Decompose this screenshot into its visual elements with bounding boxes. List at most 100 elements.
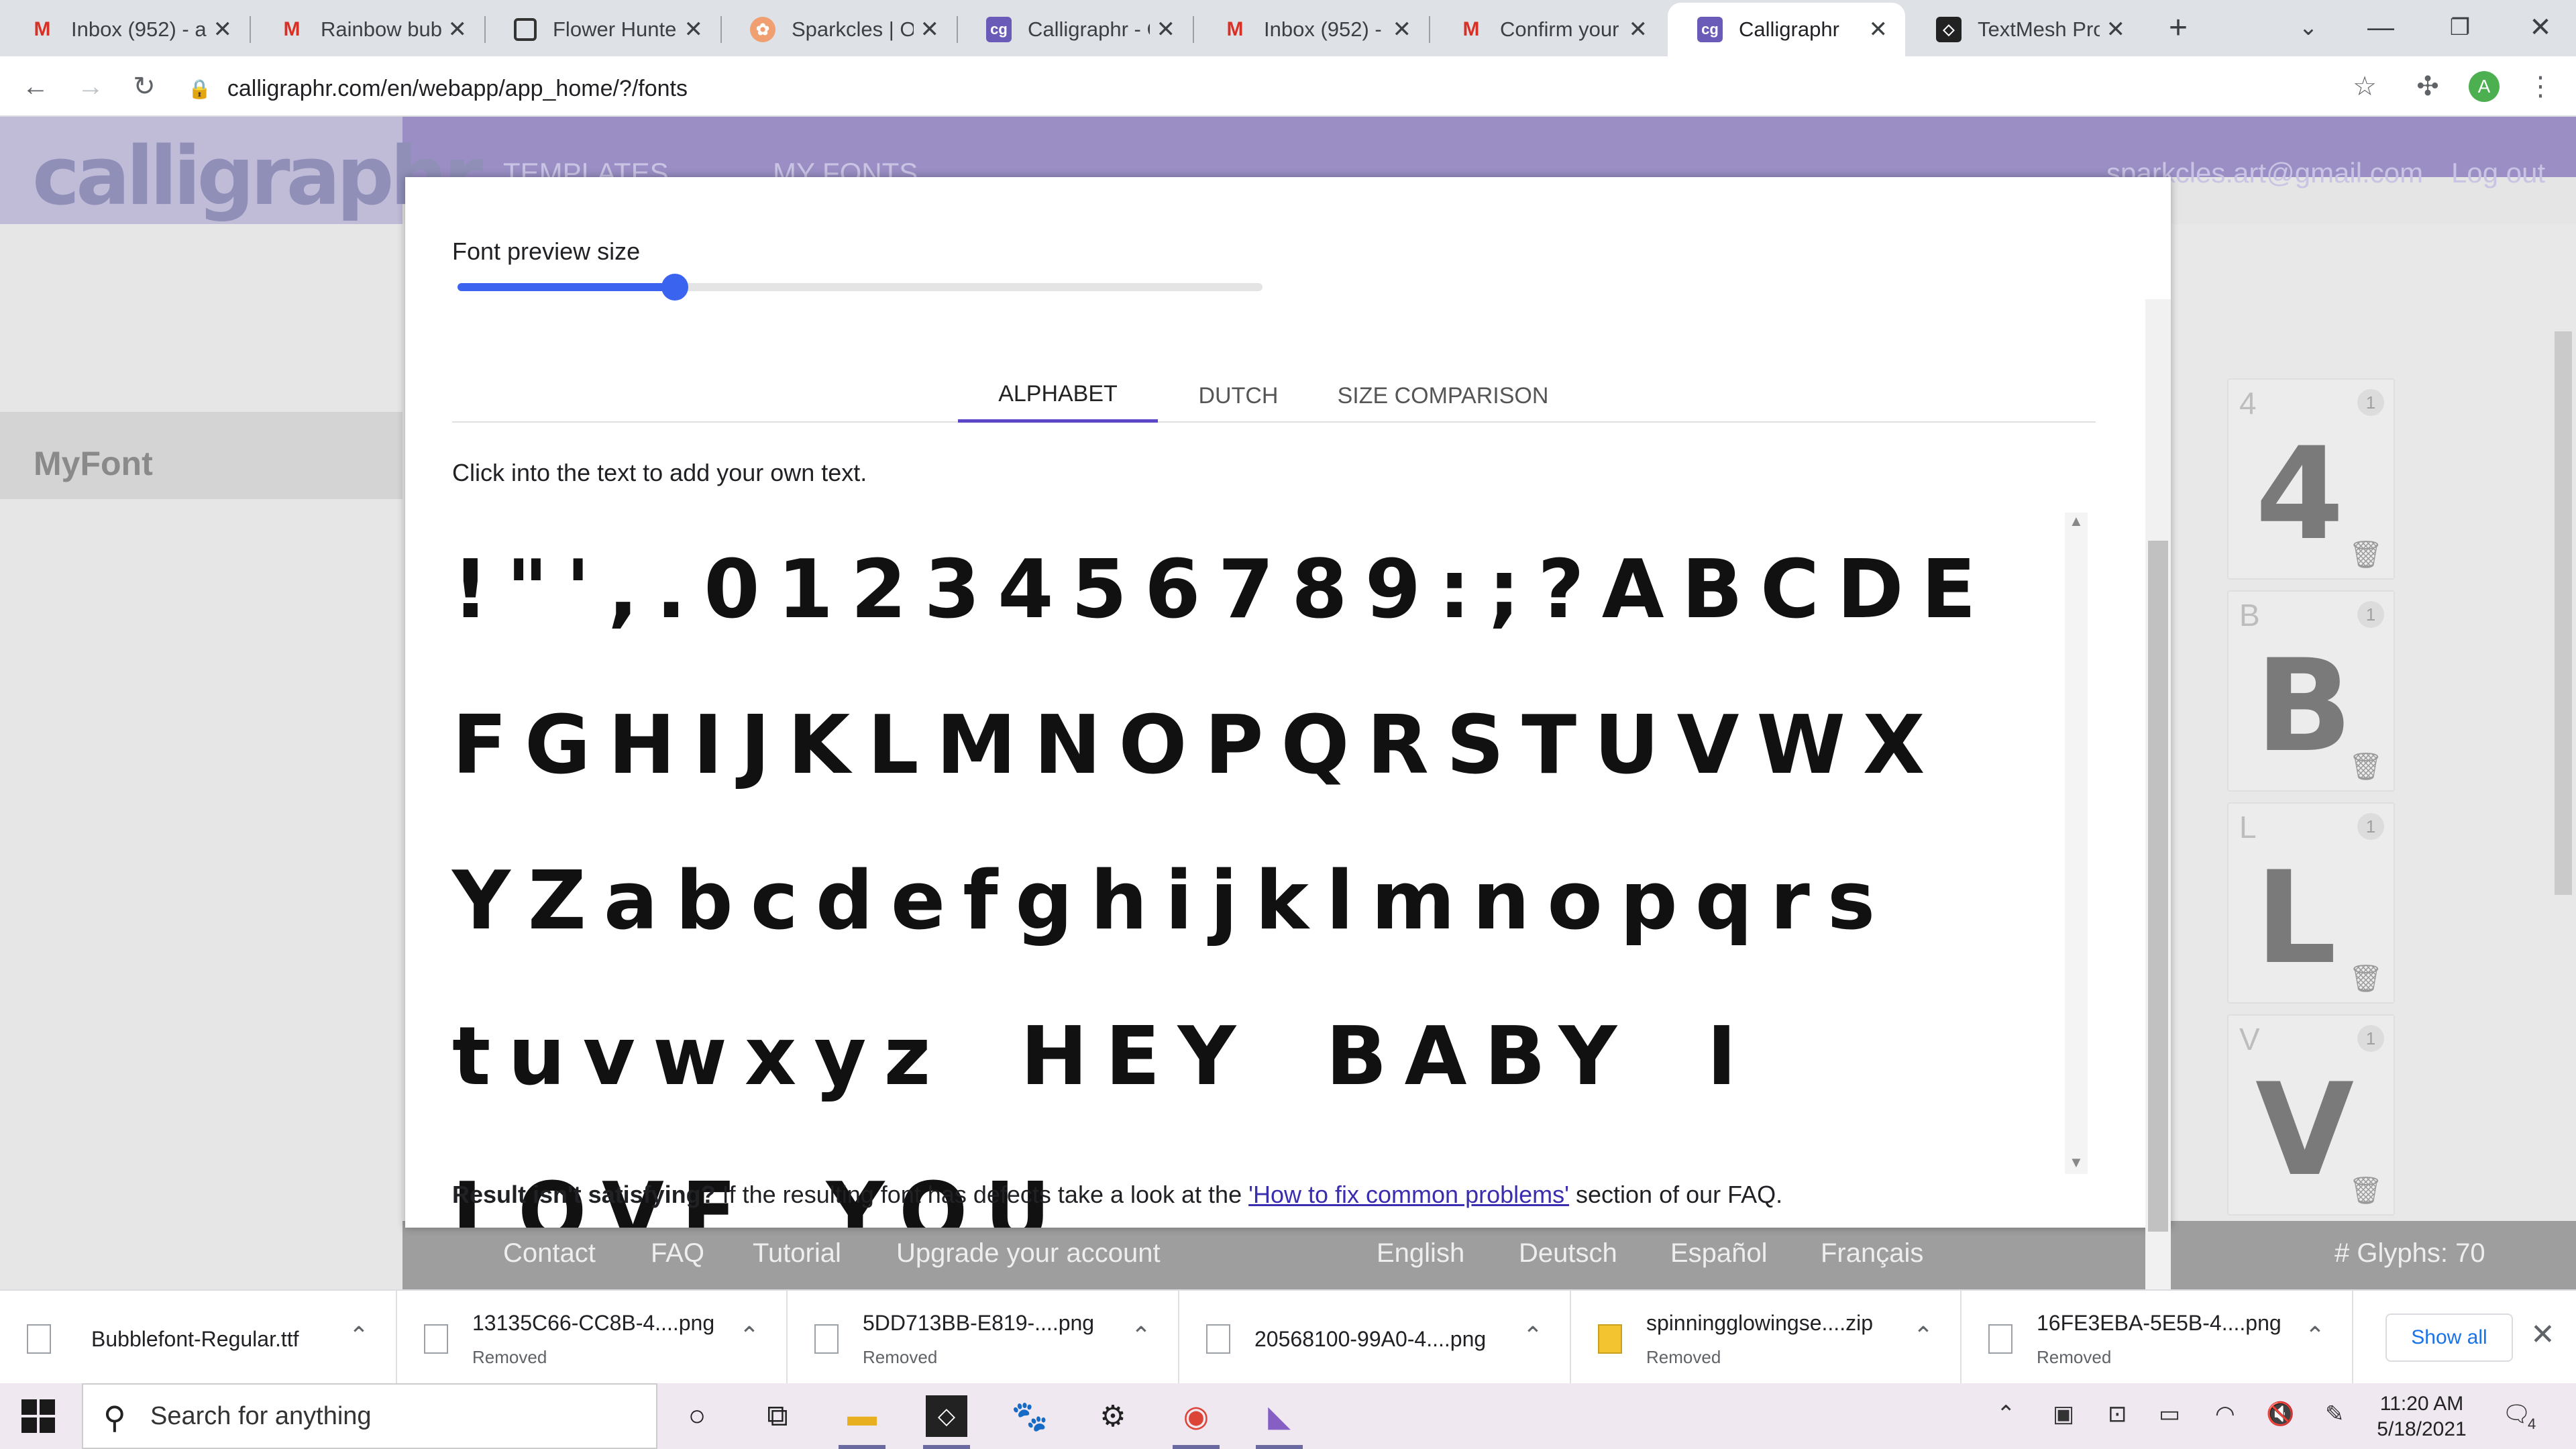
close-icon[interactable]: ✕ — [448, 16, 468, 43]
scroll-down-icon[interactable]: ▼ — [2069, 1154, 2084, 1171]
dialog-scrollbar-thumb[interactable] — [2148, 541, 2168, 1232]
notifications-icon[interactable]: 🗨 — [2502, 1401, 2531, 1428]
browser-tab[interactable]: M Rainbow bubb ✕ — [250, 3, 484, 56]
tab-search-icon[interactable]: ⌄ — [2292, 11, 2325, 44]
close-icon[interactable]: ✕ — [1629, 16, 1648, 43]
language-francais[interactable]: Français — [1821, 1238, 1923, 1269]
download-item[interactable]: 16FE3EBA-5E5B-4....png Removed ⌃ — [1962, 1291, 2353, 1385]
glyph-card[interactable]: L 1 L 🗑 — [2227, 802, 2395, 1004]
unity-icon[interactable]: ◇ — [926, 1395, 967, 1437]
footer-link-faq[interactable]: FAQ — [651, 1238, 704, 1269]
chevron-up-icon[interactable]: ⌃ — [1523, 1322, 1543, 1350]
battery-icon[interactable]: ▭ — [2159, 1401, 2180, 1428]
close-icon[interactable]: ✕ — [2530, 1318, 2555, 1352]
glyph-card[interactable]: V 1 V 🗑 — [2227, 1014, 2395, 1216]
display-icon[interactable]: ⊡ — [2108, 1401, 2127, 1428]
language-english[interactable]: English — [1377, 1238, 1464, 1269]
trash-icon[interactable]: 🗑 — [2349, 751, 2383, 782]
page-scrollbar-thumb[interactable] — [2555, 331, 2572, 895]
back-arrow-icon[interactable]: ← — [19, 70, 52, 103]
reload-icon[interactable]: ↻ — [127, 70, 161, 103]
profile-avatar[interactable]: A — [2469, 71, 2500, 102]
download-item[interactable]: 5DD713BB-E819-....png Removed ⌃ — [788, 1291, 1179, 1385]
download-filename: 20568100-99A0-4....png — [1254, 1327, 1487, 1351]
windows-start-icon[interactable] — [20, 1398, 56, 1434]
visual-studio-icon[interactable]: ◣ — [1258, 1395, 1300, 1437]
cortana-icon[interactable]: ○ — [676, 1395, 718, 1437]
chrome-icon[interactable]: ◉ — [1175, 1395, 1217, 1437]
slider-thumb[interactable] — [661, 274, 688, 301]
chevron-up-icon[interactable]: ⌃ — [1996, 1401, 2016, 1428]
language-deutsch[interactable]: Deutsch — [1519, 1238, 1617, 1269]
browser-tab[interactable]: ✿ Sparkcles | Off ✕ — [720, 3, 957, 56]
download-item[interactable]: 20568100-99A0-4....png ⌃ — [1179, 1291, 1571, 1385]
preview-size-slider[interactable] — [458, 274, 1263, 301]
new-tab-icon[interactable]: + — [2161, 10, 2195, 46]
forward-arrow-icon[interactable]: → — [74, 70, 107, 103]
minimize-icon[interactable]: — — [2364, 11, 2398, 44]
close-icon[interactable]: ✕ — [1157, 16, 1176, 43]
trash-icon[interactable]: 🗑 — [2349, 1175, 2383, 1206]
system-clock[interactable]: 11:20 AM 5/18/2021 — [2361, 1391, 2482, 1442]
url-field[interactable]: 🔒 calligraphr.com/en/webapp/app_home/?/f… — [188, 70, 2334, 107]
trash-icon[interactable]: 🗑 — [2349, 539, 2383, 570]
file-explorer-icon[interactable]: ▬ — [841, 1395, 883, 1437]
glyph-label: V — [2239, 1022, 2260, 1057]
browser-tab[interactable]: ◇ TextMesh Pro: ✕ — [1907, 3, 2143, 56]
faq-problems-link[interactable]: 'How to fix common problems' — [1248, 1181, 1569, 1208]
browser-tab[interactable]: cg Calligraphr - C ✕ — [957, 3, 1193, 56]
settings-gear-icon[interactable]: ⚙ — [1092, 1395, 1134, 1437]
tab-dutch[interactable]: DUTCH — [1158, 369, 1319, 423]
scroll-up-icon[interactable]: ▲ — [2069, 513, 2084, 530]
close-icon[interactable]: ✕ — [213, 16, 233, 43]
pen-icon[interactable]: ✎ — [2325, 1401, 2345, 1428]
download-item[interactable]: spinningglowingse....zip Removed ⌃ — [1571, 1291, 1962, 1385]
volume-muted-icon[interactable]: 🔇 — [2266, 1401, 2294, 1428]
trash-icon[interactable]: 🗑 — [2349, 963, 2383, 994]
glyph-card[interactable]: B 1 B 🗑 — [2227, 590, 2395, 792]
download-item[interactable]: 13135C66-CC8B-4....png Removed ⌃ — [397, 1291, 788, 1385]
download-item[interactable]: Bubblefont-Regular.ttf ⌃ — [0, 1291, 397, 1385]
close-icon[interactable]: ✕ — [1393, 16, 1412, 43]
show-all-downloads-button[interactable]: Show all — [2385, 1313, 2513, 1362]
close-icon[interactable]: ✕ — [684, 16, 704, 43]
chevron-up-icon[interactable]: ⌃ — [2305, 1322, 2325, 1350]
browser-tab[interactable]: M Confirm your C ✕ — [1429, 3, 1665, 56]
footer-link-upgrade[interactable]: Upgrade your account — [896, 1238, 1161, 1269]
close-icon[interactable]: ✕ — [1869, 16, 1888, 43]
close-icon[interactable]: ✕ — [2106, 16, 2126, 43]
logout-link[interactable]: Log out — [2451, 157, 2545, 189]
font-sample-text[interactable]: !"',.0123456789:;?ABCDE FGHIJKLMNOPQRSTU… — [452, 513, 2062, 1228]
extensions-icon[interactable]: ✣ — [2411, 70, 2445, 103]
gimp-icon[interactable]: 🐾 — [1009, 1395, 1051, 1437]
close-window-icon[interactable]: ✕ — [2524, 11, 2557, 44]
restore-icon[interactable]: ❐ — [2443, 11, 2477, 44]
task-view-icon[interactable]: ⧉ — [757, 1395, 798, 1437]
meet-now-icon[interactable]: ▣ — [2053, 1401, 2074, 1428]
close-icon[interactable]: ✕ — [920, 16, 940, 43]
menu-kebab-icon[interactable]: ⋮ — [2524, 70, 2557, 103]
sidebar-item-myfont[interactable]: MyFont — [0, 412, 402, 499]
browser-tab-active[interactable]: cg Calligraphr ✕ — [1668, 3, 1905, 56]
chevron-up-icon[interactable]: ⌃ — [1131, 1322, 1151, 1350]
search-icon: ⚲ — [103, 1400, 126, 1435]
footer-link-tutorial[interactable]: Tutorial — [753, 1238, 841, 1269]
font-sample-area[interactable]: !"',.0123456789:;?ABCDE FGHIJKLMNOPQRSTU… — [452, 513, 2096, 1228]
sample-scrollbar[interactable] — [2065, 513, 2088, 1174]
glyph-card[interactable]: 4 1 4 🗑 — [2227, 378, 2395, 580]
chevron-up-icon[interactable]: ⌃ — [739, 1322, 759, 1350]
chevron-up-icon[interactable]: ⌃ — [349, 1322, 369, 1350]
browser-tab[interactable]: M Inbox (952) - a ✕ — [0, 3, 250, 56]
taskbar-search-field[interactable]: ⚲ Search for anything — [82, 1383, 657, 1449]
language-espanol[interactable]: Español — [1670, 1238, 1768, 1269]
browser-tab[interactable]: M Inbox (952) - a ✕ — [1193, 3, 1429, 56]
footer-link-contact[interactable]: Contact — [503, 1238, 596, 1269]
bookmark-star-icon[interactable]: ☆ — [2348, 70, 2381, 103]
page-scrollbar[interactable] — [2551, 305, 2576, 1288]
wifi-icon[interactable]: ◠ — [2215, 1401, 2235, 1428]
chevron-up-icon[interactable]: ⌃ — [1913, 1322, 1933, 1350]
tab-alphabet[interactable]: ALPHABET — [958, 369, 1158, 423]
tab-size-comparison[interactable]: SIZE COMPARISON — [1319, 369, 1567, 423]
browser-tab[interactable]: Flower Hunter ✕ — [484, 3, 720, 56]
dialog-scrollbar[interactable] — [2145, 299, 2171, 1289]
